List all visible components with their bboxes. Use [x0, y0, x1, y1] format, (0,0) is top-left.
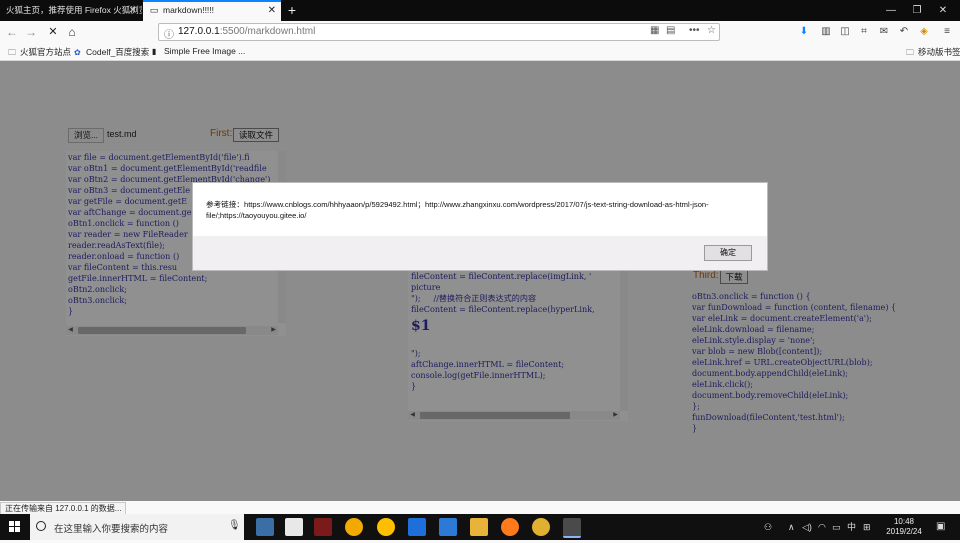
tab-firefox-home[interactable]: 火狐主页，推荐使用 Firefox 火狐浏览器 ✕ [0, 0, 142, 21]
alert-dialog: 参考链接：https://www.cnblogs.com/hhhyaaon/p/… [192, 182, 768, 271]
baidu-icon: ✿ [74, 48, 81, 57]
new-tab-button[interactable]: + [284, 0, 300, 21]
minimize-icon[interactable]: — [880, 0, 902, 21]
qr-code-icon[interactable]: ▦ [650, 25, 659, 36]
file-explorer-icon[interactable] [470, 518, 488, 536]
people-icon[interactable]: ⚇ [764, 514, 772, 540]
taskbar: 在这里输入你要搜索的内容 🎙 ⚇ ∧ ◁) ◠ ▭ 中 ⊞ 10:48 2019… [0, 514, 960, 540]
sidebar-icon[interactable]: ◫ [838, 25, 852, 39]
home-icon[interactable]: ⌂ [64, 24, 80, 40]
clock-date: 2019/2/24 [886, 527, 922, 536]
taskbar-app-icon[interactable] [532, 518, 550, 536]
undo-icon[interactable]: ↶ [897, 25, 911, 39]
mobile-bookmarks[interactable]: 🗀 移动版书签 [906, 46, 960, 61]
more-actions-icon[interactable]: ••• [689, 25, 700, 36]
search-placeholder: 在这里输入你要搜索的内容 [54, 524, 169, 535]
volume-icon[interactable]: ◁) [802, 514, 812, 540]
windows-start-icon[interactable] [0, 514, 30, 540]
cortana-icon [36, 521, 46, 531]
folder-icon: 🗀 [8, 48, 16, 57]
info-icon[interactable]: ⓘ [164, 26, 174, 41]
firefox-icon[interactable] [501, 518, 519, 536]
bookmark-star-icon[interactable]: ☆ [707, 25, 716, 36]
wifi-icon[interactable]: ◠ [818, 514, 826, 540]
download-icon[interactable]: ⬇ [797, 25, 811, 39]
close-icon[interactable]: ✕ [129, 0, 137, 21]
edge-icon[interactable] [408, 518, 426, 536]
notification-icon[interactable]: ▣ [936, 514, 945, 540]
page-icon: ▭ [149, 5, 159, 15]
show-hidden-icons[interactable]: ∧ [788, 514, 795, 540]
modal-overlay [0, 61, 960, 501]
taskbar-app-icon[interactable] [563, 518, 581, 538]
close-icon[interactable]: ✕ [268, 2, 276, 19]
bookmark-item[interactable]: ✿ Codelf_百度搜索 [74, 46, 149, 58]
close-window-icon[interactable]: ✕ [932, 0, 954, 21]
tab-title: markdown!!!!! [163, 5, 215, 15]
chat-icon[interactable]: ✉ [877, 25, 891, 39]
dialog-body: 参考链接：https://www.cnblogs.com/hhhyaaon/p/… [193, 183, 767, 236]
tab-bar: 火狐主页，推荐使用 Firefox 火狐浏览器 ✕ ▭ markdown!!!!!… [0, 0, 960, 21]
input-method-icon[interactable]: ⊞ [863, 514, 871, 540]
chrome-icon[interactable] [345, 518, 363, 536]
chart-icon: ▮ [152, 47, 157, 56]
url-text: 127.0.0.1:5500/markdown.html [178, 26, 316, 37]
bookmark-item[interactable]: ▮ Simple Free Image ... [152, 46, 245, 56]
url-bar[interactable]: ⓘ 127.0.0.1:5500/markdown.html ▦ ▤ ••• ☆ [158, 23, 720, 41]
tab-title: 火狐主页，推荐使用 Firefox 火狐浏览器 [6, 5, 142, 15]
taskbar-app-icon[interactable] [285, 518, 303, 536]
ime-indicator[interactable]: 中 [847, 514, 856, 540]
bookmark-item[interactable]: 🗀 火狐官方站点 [8, 46, 71, 61]
reader-view-icon[interactable]: ▤ [666, 25, 675, 36]
system-clock[interactable]: 10:48 2019/2/24 [876, 517, 932, 537]
taskbar-app-icon[interactable] [256, 518, 274, 536]
forward-icon[interactable]: → [23, 24, 39, 40]
bookmarks-toolbar: 🗀 火狐官方站点 ✿ Codelf_百度搜索 ▮ Simple Free Image … [0, 44, 960, 61]
back-icon[interactable]: ← [4, 24, 20, 40]
stop-icon[interactable]: ✕ [45, 24, 61, 40]
menu-icon[interactable]: ≡ [940, 25, 954, 39]
extension-icon[interactable]: ◈ [917, 25, 931, 39]
folder-icon: 🗀 [906, 48, 914, 57]
restore-icon[interactable]: ❐ [906, 0, 928, 21]
navigation-bar: ← → ✕ ⌂ ⓘ 127.0.0.1:5500/markdown.html ▦… [0, 21, 960, 44]
vscode-icon[interactable] [439, 518, 457, 536]
taskbar-app-icon[interactable] [314, 518, 332, 536]
library-icon[interactable]: ▥ [819, 25, 833, 39]
tab-markdown[interactable]: ▭ markdown!!!!! ✕ [143, 0, 281, 21]
chrome-canary-icon[interactable] [377, 518, 395, 536]
dialog-message: 参考链接：https://www.cnblogs.com/hhhyaaon/p/… [206, 200, 709, 220]
ok-button[interactable]: 确定 [704, 245, 752, 261]
taskbar-search[interactable]: 在这里输入你要搜索的内容 🎙 [30, 514, 244, 540]
battery-icon[interactable]: ▭ [832, 514, 841, 540]
screenshot-icon[interactable]: ⌗ [857, 25, 871, 39]
clock-time: 10:48 [893, 517, 915, 526]
microphone-icon[interactable]: 🎙 [228, 520, 241, 531]
